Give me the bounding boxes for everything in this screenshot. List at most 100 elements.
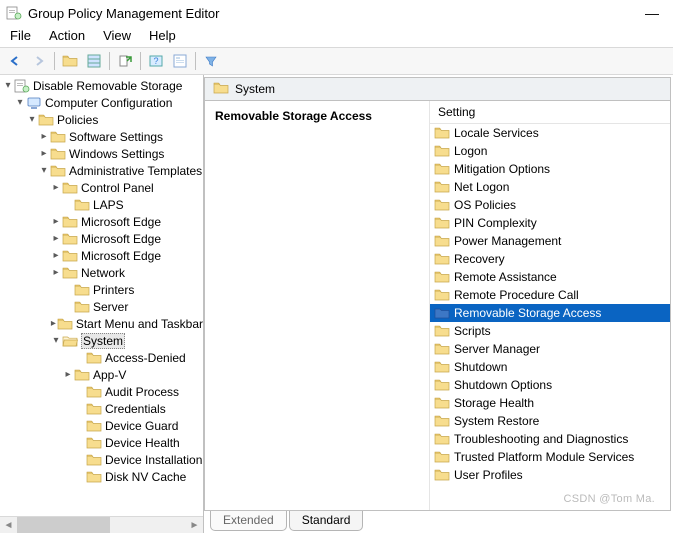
list-item[interactable]: Locale Services	[430, 124, 670, 142]
tree-ms-edge-3[interactable]: ▸ Microsoft Edge	[2, 247, 203, 264]
list-item[interactable]: Recovery	[430, 250, 670, 268]
tab-extended[interactable]: Extended	[210, 511, 287, 531]
list-item[interactable]: Removable Storage Access	[430, 304, 670, 322]
separator-icon	[140, 52, 141, 70]
list-item[interactable]: Trusted Platform Module Services	[430, 448, 670, 466]
expand-icon[interactable]: ▸	[38, 149, 50, 159]
list-item[interactable]: Remote Procedure Call	[430, 286, 670, 304]
list-item[interactable]: PIN Complexity	[430, 214, 670, 232]
help-button[interactable]: ?	[145, 50, 167, 72]
expand-icon[interactable]: ▸	[62, 370, 74, 380]
tree-policies[interactable]: ▾ Policies	[2, 111, 203, 128]
list-item[interactable]: Troubleshooting and Diagnostics	[430, 430, 670, 448]
folder-icon	[434, 378, 450, 392]
tree-server[interactable]: Server	[2, 298, 203, 315]
expand-icon[interactable]: ▸	[50, 217, 62, 227]
list-item-label: Logon	[454, 144, 487, 158]
horizontal-scrollbar[interactable]: ◄ ►	[0, 516, 203, 533]
app-icon	[6, 5, 22, 21]
tab-standard[interactable]: Standard	[289, 511, 364, 531]
tree-laps[interactable]: LAPS	[2, 196, 203, 213]
back-button[interactable]	[4, 50, 26, 72]
list-item[interactable]: System Restore	[430, 412, 670, 430]
list-item[interactable]: Remote Assistance	[430, 268, 670, 286]
list-item-label: Shutdown	[454, 360, 507, 374]
collapse-icon[interactable]: ▾	[38, 166, 50, 176]
list-item[interactable]: Storage Health	[430, 394, 670, 412]
expand-icon[interactable]: ▸	[38, 132, 50, 142]
menu-action[interactable]: Action	[49, 28, 85, 43]
tree-device-guard[interactable]: Device Guard	[2, 417, 203, 434]
folder-icon	[62, 214, 78, 230]
up-button[interactable]	[59, 50, 81, 72]
tree-device-install[interactable]: Device Installation	[2, 451, 203, 468]
list-item[interactable]: Logon	[430, 142, 670, 160]
tree-computer-config[interactable]: ▾ Computer Configuration	[2, 94, 203, 111]
folder-icon	[74, 197, 90, 213]
filter-button[interactable]	[200, 50, 222, 72]
export-button[interactable]	[114, 50, 136, 72]
tree-start-menu[interactable]: ▸ Start Menu and Taskbar	[2, 315, 203, 332]
expand-icon[interactable]: ▸	[50, 251, 62, 261]
list-column-header[interactable]: Setting	[430, 101, 670, 124]
folder-icon	[50, 146, 66, 162]
tree-credential[interactable]: Credentials	[2, 400, 203, 417]
tree-app-v[interactable]: ▸ App-V	[2, 366, 203, 383]
folder-icon	[86, 435, 102, 451]
folder-icon	[434, 450, 450, 464]
folder-icon	[74, 367, 90, 383]
tree-ms-edge-2[interactable]: ▸ Microsoft Edge	[2, 230, 203, 247]
folder-icon	[434, 144, 450, 158]
collapse-icon[interactable]: ▾	[2, 81, 14, 91]
selected-setting-title: Removable Storage Access	[215, 109, 419, 123]
expand-icon[interactable]: ▸	[50, 319, 57, 329]
tree-device-health[interactable]: Device Health	[2, 434, 203, 451]
scroll-left-icon[interactable]: ◄	[0, 520, 17, 531]
list-item[interactable]: Server Manager	[430, 340, 670, 358]
tree-network[interactable]: ▸ Network	[2, 264, 203, 281]
folder-icon	[86, 384, 102, 400]
folder-icon	[434, 270, 450, 284]
list-item[interactable]: Scripts	[430, 322, 670, 340]
menu-help[interactable]: Help	[149, 28, 176, 43]
folder-icon	[434, 198, 450, 212]
collapse-icon[interactable]: ▾	[50, 336, 62, 346]
tree-disk-nv[interactable]: Disk NV Cache	[2, 468, 203, 485]
menu-view[interactable]: View	[103, 28, 131, 43]
tree-access-denied[interactable]: Access-Denied	[2, 349, 203, 366]
content-header: System	[204, 77, 671, 101]
tree-ms-edge-1[interactable]: ▸ Microsoft Edge	[2, 213, 203, 230]
list-item-label: Recovery	[454, 252, 505, 266]
tree-windows-settings[interactable]: ▸ Windows Settings	[2, 145, 203, 162]
expand-icon[interactable]: ▸	[50, 183, 62, 193]
collapse-icon[interactable]: ▾	[14, 98, 26, 108]
list-item[interactable]: Net Logon	[430, 178, 670, 196]
folder-icon	[434, 432, 450, 446]
collapse-icon[interactable]: ▾	[26, 115, 38, 125]
list-item[interactable]: Power Management	[430, 232, 670, 250]
tree-audit-process[interactable]: Audit Process	[2, 383, 203, 400]
minimize-button[interactable]: —	[637, 3, 667, 23]
list-item-label: Locale Services	[454, 126, 539, 140]
forward-button[interactable]	[28, 50, 50, 72]
list-item[interactable]: User Profiles	[430, 466, 670, 484]
expand-icon[interactable]: ▸	[50, 268, 62, 278]
expand-icon[interactable]: ▸	[50, 234, 62, 244]
folder-icon	[213, 81, 229, 98]
tree-system[interactable]: ▾ System	[2, 332, 203, 349]
scroll-right-icon[interactable]: ►	[186, 520, 203, 531]
tree-root[interactable]: ▾ Disable Removable Storage	[2, 77, 203, 94]
tree-control-panel[interactable]: ▸ Control Panel	[2, 179, 203, 196]
list-item[interactable]: Shutdown	[430, 358, 670, 376]
tree-printers[interactable]: Printers	[2, 281, 203, 298]
properties-button[interactable]	[169, 50, 191, 72]
tree-software-settings[interactable]: ▸ Software Settings	[2, 128, 203, 145]
menu-file[interactable]: File	[10, 28, 31, 43]
show-grid-button[interactable]	[83, 50, 105, 72]
list-item[interactable]: Shutdown Options	[430, 376, 670, 394]
folder-icon	[50, 129, 66, 145]
list-item[interactable]: Mitigation Options	[430, 160, 670, 178]
list-item[interactable]: OS Policies	[430, 196, 670, 214]
tree-admin-templates[interactable]: ▾ Administrative Templates	[2, 162, 203, 179]
scroll-thumb[interactable]	[17, 517, 110, 533]
